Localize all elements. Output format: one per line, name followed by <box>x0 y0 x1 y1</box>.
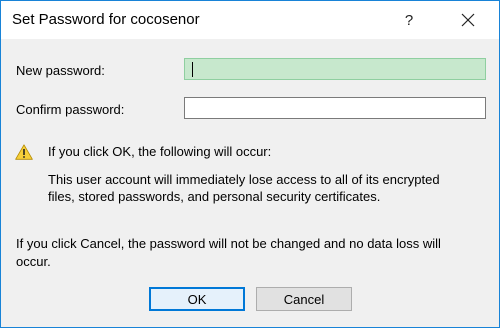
dialog-title: Set Password for cocosenor <box>12 11 200 28</box>
cancel-button-label: Cancel <box>283 291 325 307</box>
close-icon <box>461 13 475 27</box>
close-button[interactable] <box>449 1 487 39</box>
title-bar[interactable]: Set Password for cocosenor ? <box>1 1 499 39</box>
warning-icon <box>15 144 33 160</box>
ok-button-label: OK <box>187 291 207 307</box>
new-password-label: New password: <box>16 63 105 78</box>
cancel-note-line1: If you click Cancel, the password will n… <box>16 236 441 251</box>
confirm-password-label: Confirm password: <box>16 102 125 117</box>
text-caret <box>192 62 193 77</box>
new-password-field[interactable] <box>184 58 486 80</box>
warning-detail-line2: files, stored passwords, and personal se… <box>48 189 381 204</box>
warning-detail-line1: This user account will immediately lose … <box>48 172 440 187</box>
help-icon: ? <box>404 11 414 29</box>
cancel-button[interactable]: Cancel <box>256 287 352 311</box>
ok-button[interactable]: OK <box>149 287 245 311</box>
confirm-password-field[interactable] <box>184 97 486 119</box>
set-password-dialog: Set Password for cocosenor ? New passwor… <box>0 0 500 328</box>
warning-heading: If you click OK, the following will occu… <box>48 144 272 159</box>
help-button[interactable]: ? <box>390 1 428 39</box>
cancel-note-line2: occur. <box>16 254 51 269</box>
